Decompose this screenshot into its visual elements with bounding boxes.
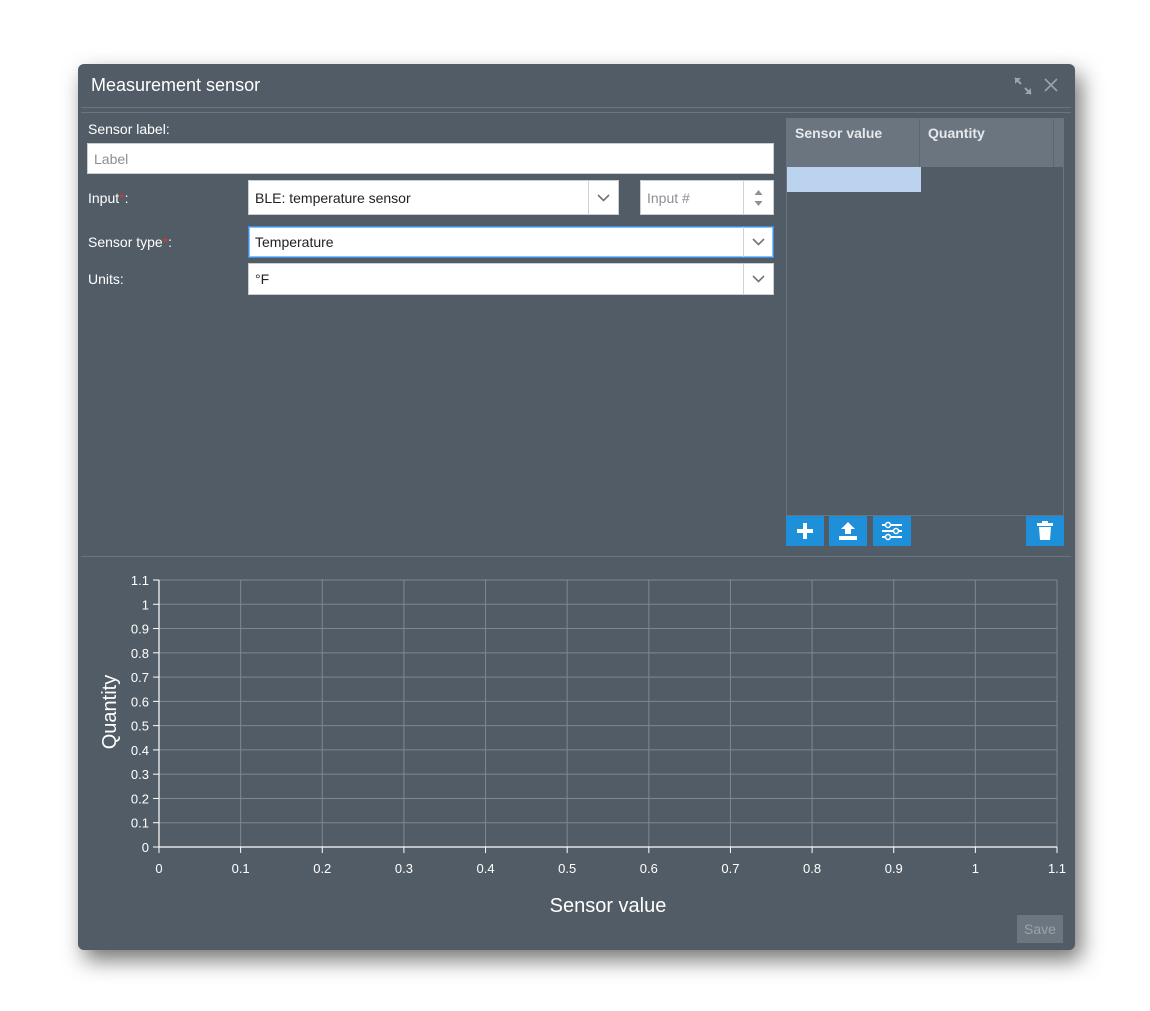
x-tick-label: 0 bbox=[155, 861, 162, 876]
x-tick-label: 0.3 bbox=[395, 861, 413, 876]
y-tick-label: 0.2 bbox=[131, 791, 149, 806]
x-tick-label: 0.4 bbox=[477, 861, 495, 876]
x-axis-title: Sensor value bbox=[550, 895, 667, 917]
y-tick-label: 0.3 bbox=[131, 767, 149, 782]
x-tick-label: 0.8 bbox=[803, 861, 821, 876]
chart-grid bbox=[158, 579, 1058, 848]
y-tick-label: 1.1 bbox=[131, 573, 149, 588]
calibration-chart: 0 0.1 0.2 0.3 0.4 0.5 0.6 0.7 0.8 0.9 1 1.1 0 0.1 0.2 0… bbox=[99, 573, 1066, 917]
save-button[interactable]: Save bbox=[1017, 915, 1063, 943]
chart-axes bbox=[158, 580, 1057, 848]
chart-ticks: 0 0.1 0.2 0.3 0.4 0.5 0.6 0.7 0.8 0.9 1 1.1 0 0.1 0.2 0… bbox=[131, 573, 1066, 876]
y-tick-label: 1 bbox=[142, 597, 149, 612]
x-tick-label: 1.1 bbox=[1048, 861, 1066, 876]
x-tick-label: 0.1 bbox=[232, 861, 250, 876]
x-tick-label: 0.2 bbox=[313, 861, 331, 876]
x-tick-label: 0.6 bbox=[640, 861, 658, 876]
y-axis-title: Quantity bbox=[99, 675, 121, 749]
y-tick-label: 0.4 bbox=[131, 743, 149, 758]
x-tick-label: 0.9 bbox=[885, 861, 903, 876]
y-tick-label: 0.5 bbox=[131, 719, 149, 734]
x-tick-label: 1 bbox=[972, 861, 979, 876]
x-tick-label: 0.7 bbox=[721, 861, 739, 876]
y-tick-label: 0 bbox=[142, 840, 149, 855]
y-tick-label: 0.7 bbox=[131, 670, 149, 685]
y-tick-label: 0.8 bbox=[131, 646, 149, 661]
y-tick-label: 0.9 bbox=[131, 622, 149, 637]
measurement-sensor-dialog: Measurement sensor Sensor label: Label I… bbox=[78, 64, 1075, 950]
y-tick-label: 0.1 bbox=[131, 816, 149, 831]
x-tick-label: 0.5 bbox=[558, 861, 576, 876]
y-tick-label: 0.6 bbox=[131, 694, 149, 709]
